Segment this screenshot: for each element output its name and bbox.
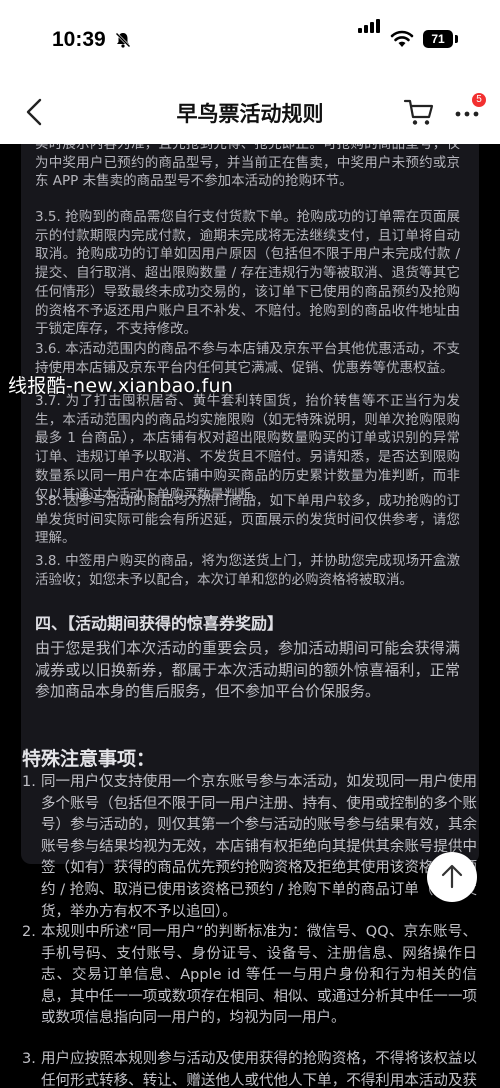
notes-heading: 特殊注意事项： <box>22 748 156 770</box>
arrow-up-icon <box>441 864 463 889</box>
rule-paragraph: 实时展示内容为准，且先抢到先得、抢完即止。可抢购的商品型号，仅为中奖用户已预约的… <box>35 144 460 190</box>
list-item-number: 2. <box>22 924 36 940</box>
notification-badge: 5 <box>472 93 486 107</box>
rule-paragraph: 3.7. 为了打击囤积居奇、黄牛套利转国货，抬价转售等不正当行为发生，本活动范围… <box>35 393 460 503</box>
battery-icon: 71 <box>423 30 453 48</box>
list-item-number: 3. <box>22 1051 36 1067</box>
status-bar: 10:39 71 <box>0 0 500 80</box>
bell-slash-icon <box>115 32 131 48</box>
list-item: 3. 用户应按照本规则参与活动及使用获得的抢购资格，不得将该权益以任何形式转移、… <box>22 1049 477 1088</box>
watermark-text: 线报酷-new.xianbao.fun <box>8 375 234 397</box>
cart-icon[interactable] <box>403 97 435 127</box>
back-to-top-button[interactable] <box>427 852 477 902</box>
rule-paragraph: 3.8. 因参与活动的商品均为热门商品，如下单用户较多，成功抢购的订单发货时间实… <box>35 493 460 547</box>
status-time: 10:39 <box>52 28 106 51</box>
wifi-icon <box>390 30 414 47</box>
list-item-text: 用户应按照本规则参与活动及使用获得的抢购资格，不得将该权益以任何形式转移、转让、… <box>41 1051 477 1088</box>
list-item: 1. 同一用户仅支持使用一个京东账号参与本活动，如发现同一用户使用多个账号（包括… <box>22 772 477 923</box>
rules-content[interactable]: 实时展示内容为准，且先抢到先得、抢完即止。可抢购的商品型号，仅为中奖用户已预约的… <box>0 144 500 1088</box>
rule-paragraph: 3.5. 抢购到的商品需您自行支付货款下单。抢购成功的订单需在页面展示的付款期限… <box>35 209 460 338</box>
nav-bar: 早鸟票活动规则 5 <box>0 80 500 144</box>
battery-tip <box>455 35 458 43</box>
rule-paragraph: 3.8. 中签用户购买的商品，将为您送货上门，并协助您完成现场开盒激活验收；如您… <box>35 553 460 588</box>
list-item-text: 本规则中所述“同一用户”的判断标准为：微信号、QQ、京东账号、手机号码、支付账号… <box>41 924 477 1027</box>
list-item-number: 1. <box>22 774 36 790</box>
list-item-text: 同一用户仅支持使用一个京东账号参与本活动，如发现同一用户使用多个账号（包括但不限… <box>41 774 477 920</box>
list-item: 2. 本规则中所述“同一用户”的判断标准为：微信号、QQ、京东账号、手机号码、支… <box>22 922 477 1030</box>
section-body: 由于您是我们本次活动的重要会员，参加活动期间可能会获得满减券或以旧换新券，都属于… <box>35 639 460 700</box>
section-heading: 四、【活动期间获得的惊喜券奖励】 <box>35 614 284 633</box>
